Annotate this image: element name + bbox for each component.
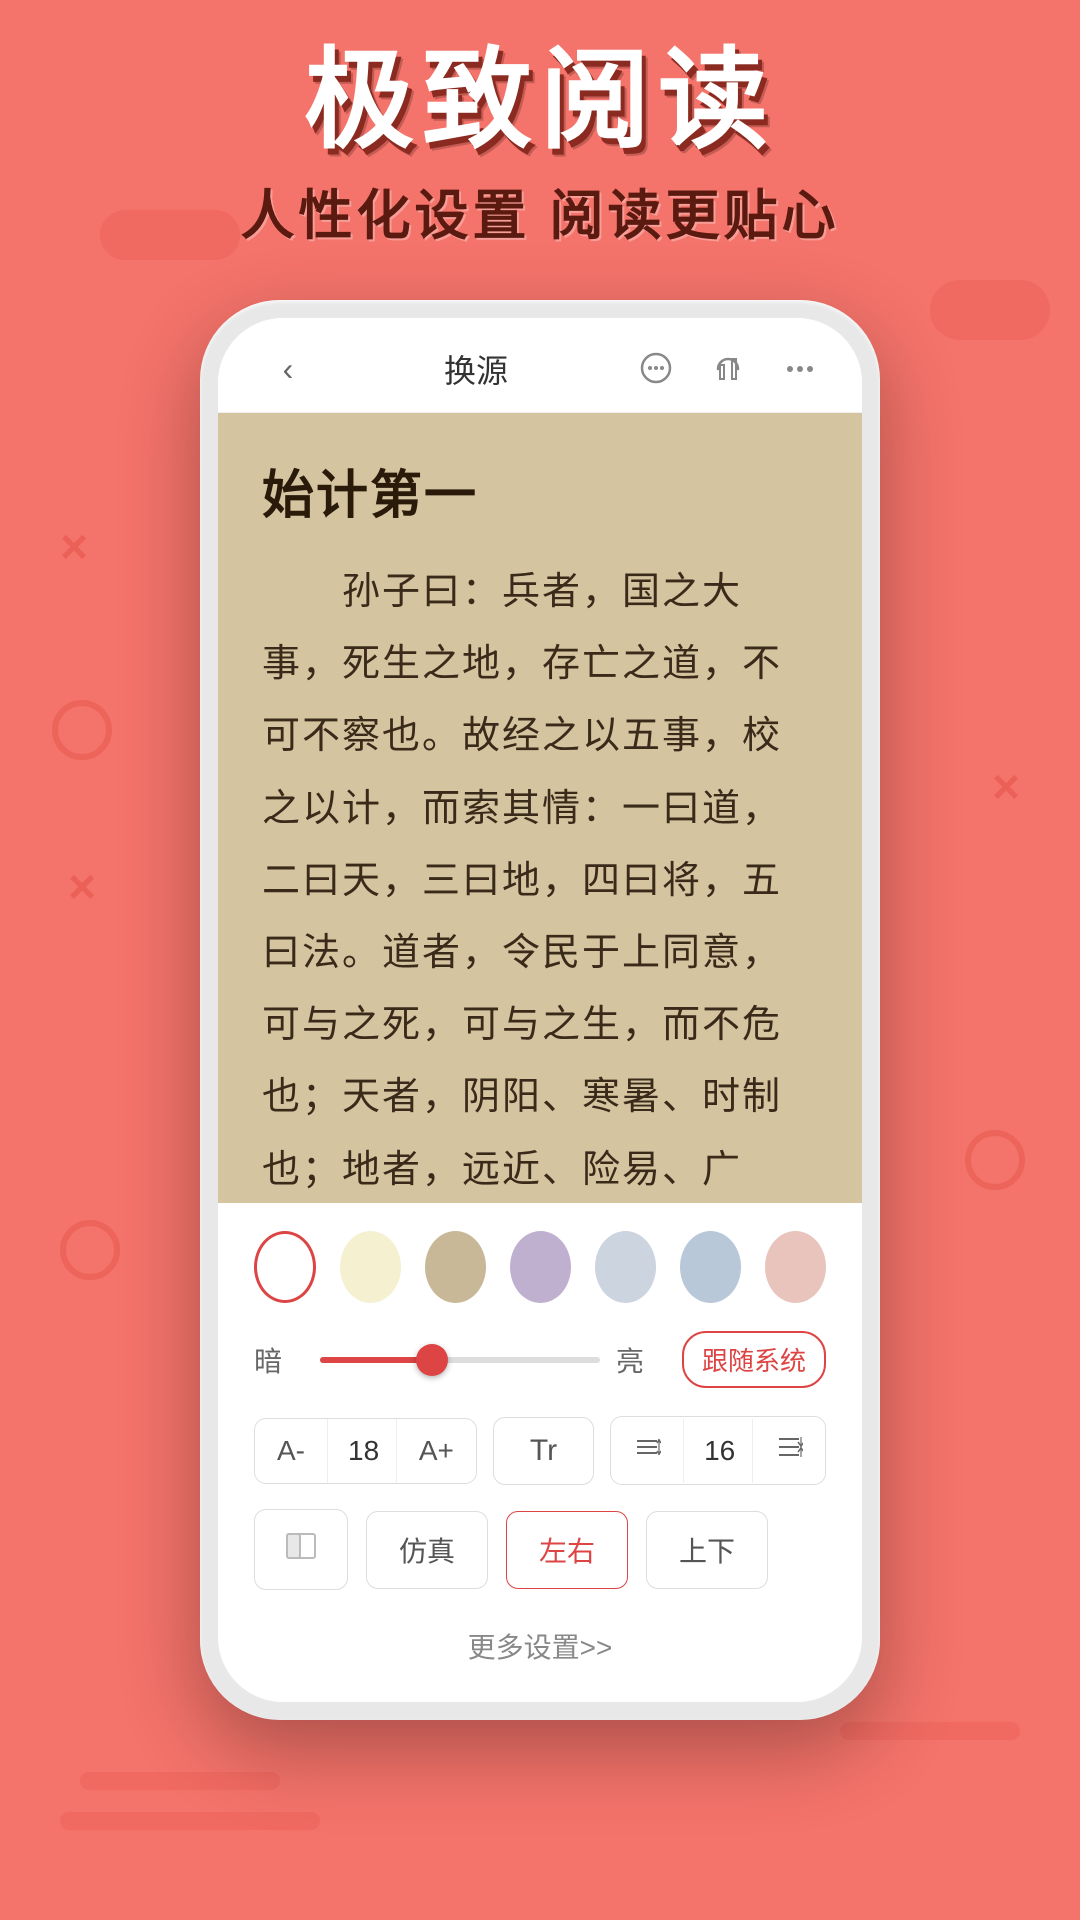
deco-circle-2 [60, 1220, 120, 1280]
color-cream[interactable] [340, 1231, 401, 1303]
lr-mode-button[interactable]: 左右 [506, 1511, 628, 1589]
deco-wave-2 [60, 1812, 320, 1830]
more-settings[interactable]: 更多设置>> [254, 1610, 826, 1674]
deco-circle-3 [965, 1130, 1025, 1190]
font-increase-button[interactable]: A+ [397, 1419, 476, 1483]
font-decrease-button[interactable]: A- [255, 1419, 327, 1483]
top-bar-icons [634, 347, 822, 391]
color-swatches [254, 1231, 826, 1303]
font-controls: A- 18 A+ Tr [254, 1416, 826, 1485]
ud-mode-button[interactable]: 上下 [646, 1511, 768, 1589]
dark-label: 暗 [254, 1340, 304, 1380]
font-size-group: A- 18 A+ [254, 1418, 477, 1484]
screen-content: ‹ 换源 [218, 318, 862, 1702]
brightness-slider[interactable] [320, 1357, 600, 1363]
deco-blob-1 [930, 280, 1050, 340]
chat-icon[interactable] [634, 347, 678, 391]
line-spacing-value: 16 [683, 1419, 753, 1483]
top-bar: ‹ 换源 [218, 318, 862, 413]
color-lightblue[interactable] [680, 1231, 741, 1303]
main-title: 极致阅读 [0, 40, 1080, 161]
color-lightgray[interactable] [595, 1231, 656, 1303]
mode-row: 仿真 左右 上下 [254, 1509, 826, 1590]
line-spacing-increase[interactable] [753, 1417, 825, 1484]
title-area: 极致阅读 人性化设置 阅读更贴心 [0, 40, 1080, 250]
deco-x-2: × [68, 860, 96, 915]
font-type-button[interactable]: Tr [493, 1417, 594, 1485]
color-pink[interactable] [765, 1231, 826, 1303]
phone-mockup: ‹ 换源 [200, 300, 880, 1720]
color-lavender[interactable] [510, 1231, 571, 1303]
simulate-mode-button[interactable]: 仿真 [366, 1511, 488, 1589]
sub-title: 人性化设置 阅读更贴心 [0, 171, 1080, 250]
phone-outer: ‹ 换源 [200, 300, 880, 1720]
deco-wave-1 [80, 1772, 280, 1790]
audio-icon[interactable] [706, 347, 750, 391]
deco-x-1: × [60, 520, 88, 575]
chapter-title: 始计第一 [262, 453, 818, 528]
back-button[interactable]: ‹ [258, 351, 318, 388]
light-label: 亮 [616, 1340, 666, 1380]
deco-x-3: × [992, 760, 1020, 815]
brightness-row: 暗 亮 跟随系统 [254, 1331, 826, 1388]
font-size-value: 18 [327, 1419, 397, 1483]
phone-inner: ‹ 换源 [218, 318, 862, 1702]
slider-thumb [416, 1344, 448, 1376]
color-tan[interactable] [425, 1231, 486, 1303]
color-white[interactable] [254, 1231, 316, 1303]
page-layout-button[interactable] [254, 1509, 348, 1590]
reading-area[interactable]: 始计第一 孙子曰：兵者，国之大事，死生之地，存亡之道，不可不察也。故经之以五事，… [218, 413, 862, 1203]
more-icon[interactable] [778, 347, 822, 391]
line-spacing-decrease[interactable] [611, 1417, 683, 1484]
deco-circle-1 [52, 700, 112, 760]
reading-text: 孙子曰：兵者，国之大事，死生之地，存亡之道，不可不察也。故经之以五事，校之以计，… [262, 556, 818, 1203]
top-bar-title: 换源 [444, 346, 508, 392]
line-spacing-group: 16 [610, 1416, 826, 1485]
deco-wave-3 [840, 1722, 1020, 1740]
settings-panel: 暗 亮 跟随系统 A- 18 A+ [218, 1203, 862, 1702]
system-follow-button[interactable]: 跟随系统 [682, 1331, 826, 1388]
